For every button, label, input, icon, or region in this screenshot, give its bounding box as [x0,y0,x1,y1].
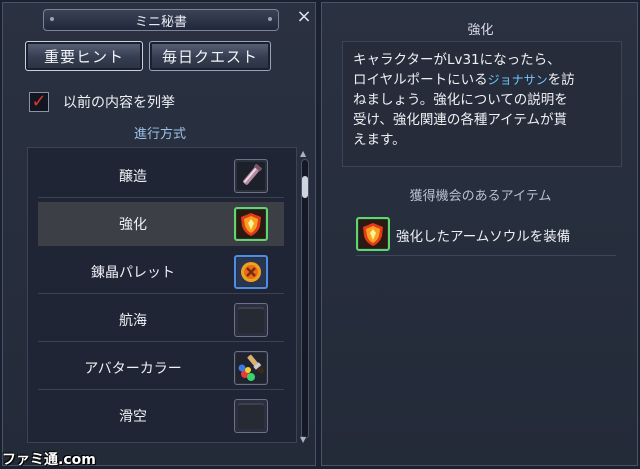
window-title-bar: ミニ秘書 [43,9,279,31]
close-icon[interactable]: × [295,8,313,26]
list-item-enhance[interactable]: 強化 [38,202,284,246]
shield-icon [234,207,268,241]
list-item-label: 醸造 [119,169,147,185]
shield-icon [356,217,390,251]
list-item-gliding[interactable]: 滑空 [38,394,284,438]
progress-section-title: 進行方式 [133,127,186,142]
list-item-sailing[interactable]: 航海 [38,298,284,342]
npc-name-link[interactable]: ジョナサン [488,73,548,87]
list-item-label: アバターカラー [84,361,182,377]
description-line: 受け、強化関連の各種アイテムが貰 [353,112,567,128]
show-previous-label: 以前の内容を列挙 [63,95,175,111]
empty-slot-icon [234,399,268,433]
detail-title: 強化 [467,23,494,38]
description-text: を訪 [547,72,575,88]
tab-daily-quest[interactable]: 毎日クエスト [149,41,271,71]
reward-item[interactable]: 強化したアームソウルを装備 [356,215,616,255]
scroll-thumb[interactable] [302,176,308,198]
description-line: キャラクターがLv31になったら、 [353,52,561,68]
paint-brush-icon [234,351,268,385]
tab-important-hint[interactable]: 重要ヒント [25,41,143,71]
description-line: えます。 [353,132,406,148]
mini-secretary-panel: ミニ秘書 × 重要ヒント 毎日クエスト ✓ 以前の内容を列挙 進行方式 醸造 強… [2,2,316,466]
detail-panel: 強化 キャラクターがLv31になったら、 ロイヤルポートにいるジョナサンを訪 ね… [321,2,638,466]
window-title: ミニ秘書 [134,14,187,30]
watermark-logo: ファミ通.com [2,452,96,468]
title-dot-icon [50,17,54,21]
description-line: ロイヤルポートにいるジョナサンを訪 [353,70,611,90]
list-item-crystal-palette[interactable]: 錬晶パレット [38,250,284,294]
reward-divider [356,255,616,256]
description-line: ねましょう。強化についての説明を [353,92,568,108]
list-item-avatar-color[interactable]: アバターカラー [38,346,284,390]
title-dot-icon [268,17,272,21]
list-item-label: 航海 [119,313,147,329]
show-previous-option[interactable]: ✓ 以前の内容を列挙 [29,91,175,113]
progress-list: 醸造 強化 錬晶パレット 航海 アバターカラー 滑空 [27,147,297,443]
list-scrollbar[interactable] [301,159,309,439]
list-item-label: 錬晶パレット [91,265,175,281]
crystal-icon [234,255,268,289]
list-item-brewing[interactable]: 醸造 [38,154,284,198]
scroll-up-icon[interactable]: ▲ [300,149,306,158]
show-previous-checkbox[interactable]: ✓ [29,92,49,112]
description-text: ロイヤルポートにいる [353,72,488,88]
list-item-label: 滑空 [119,409,147,425]
reward-section-title: 獲得機会のあるアイテム [409,189,552,204]
list-item-label: 強化 [119,217,147,233]
empty-slot-icon [234,303,268,337]
potion-icon [234,159,268,193]
scroll-down-icon[interactable]: ▼ [300,435,306,444]
reward-label: 強化したアームソウルを装備 [396,229,571,245]
detail-description: キャラクターがLv31になったら、 ロイヤルポートにいるジョナサンを訪 ねましょ… [342,41,622,167]
